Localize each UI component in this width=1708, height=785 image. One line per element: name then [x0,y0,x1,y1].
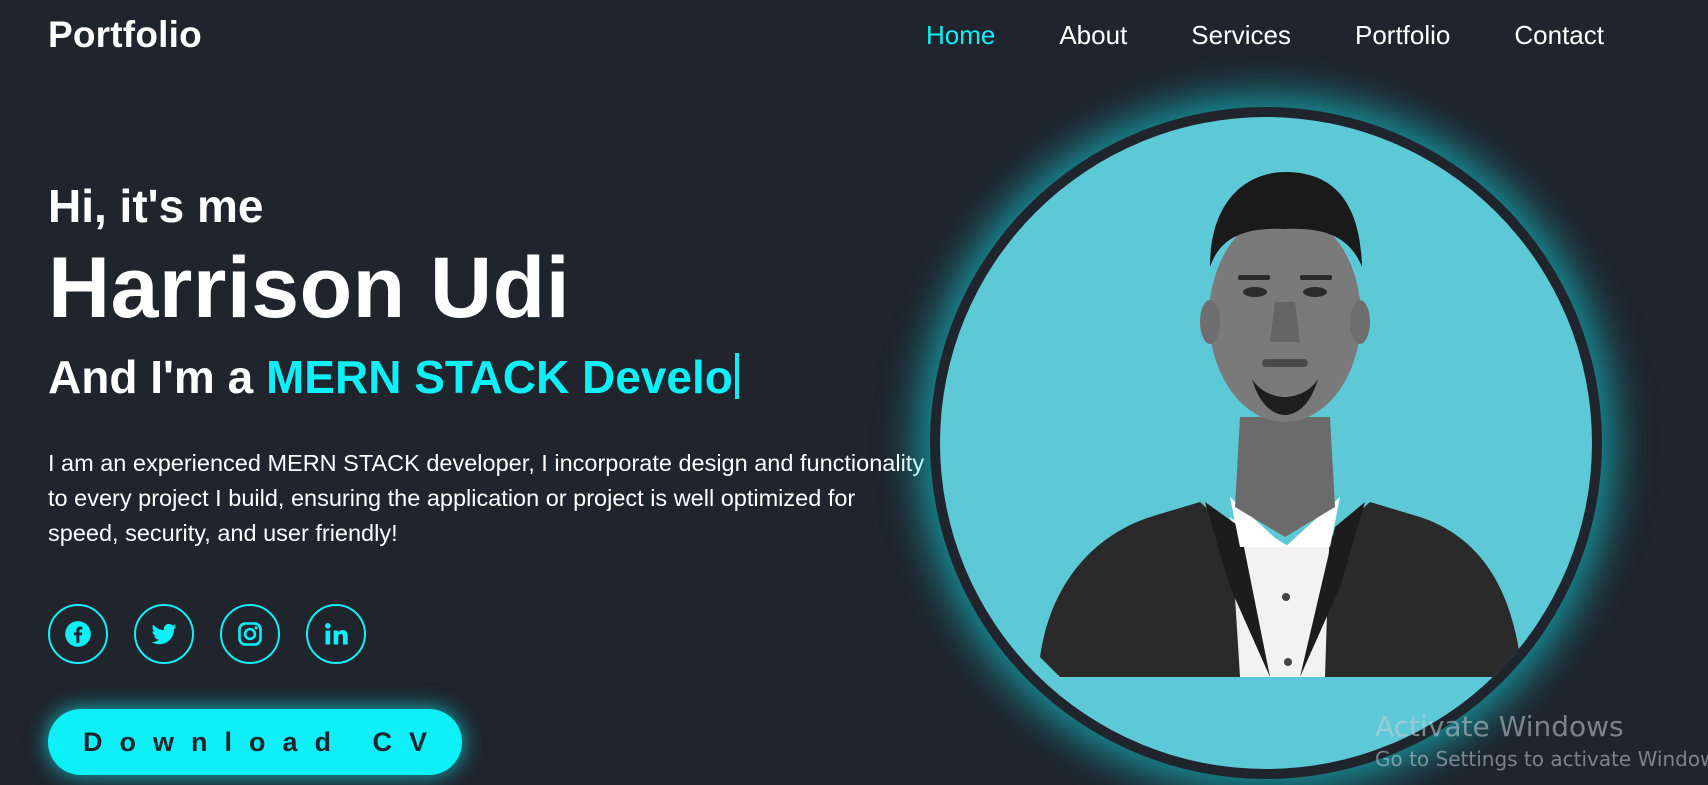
social-links [48,604,392,664]
nav-services[interactable]: Services [1191,20,1291,51]
hero-bio: I am an experienced MERN STACK developer… [48,450,925,546]
instagram-icon [238,622,262,646]
typing-cursor [734,353,739,399]
site-header: Portfolio Home About Services Portfolio … [0,0,1708,72]
logo-link[interactable]: Portfolio [48,14,202,56]
hero-content: Hi, it's me Harrison Udi And I'm a MERN … [48,178,928,551]
nav-home[interactable]: Home [926,20,995,51]
person-portrait-image [1040,172,1520,677]
profile-photo [940,117,1592,769]
download-cv-button[interactable]: Download CV [48,709,462,775]
hero-name: Harrison Udi [48,240,571,336]
role-prefix: And I'm a [48,351,266,403]
linkedin-link[interactable] [306,604,366,664]
facebook-icon [65,621,91,647]
nav-contact[interactable]: Contact [1514,20,1604,51]
instagram-link[interactable] [220,604,280,664]
nav-portfolio[interactable]: Portfolio [1355,20,1450,51]
main-nav: Home About Services Portfolio Contact [862,20,1604,51]
twitter-link[interactable] [134,604,194,664]
profile-image-frame [930,107,1602,779]
facebook-link[interactable] [48,604,108,664]
role-line: And I'm a MERN STACK Develo [48,348,928,406]
nav-about[interactable]: About [1059,20,1127,51]
portfolio-page: Portfolio Home About Services Portfolio … [0,0,1708,785]
twitter-icon [151,623,177,645]
greeting: Hi, it's me [48,180,264,232]
linkedin-icon [325,623,348,645]
download-cv-label: Download CV [83,727,444,757]
role-typed-text: MERN STACK Develo [265,351,733,403]
